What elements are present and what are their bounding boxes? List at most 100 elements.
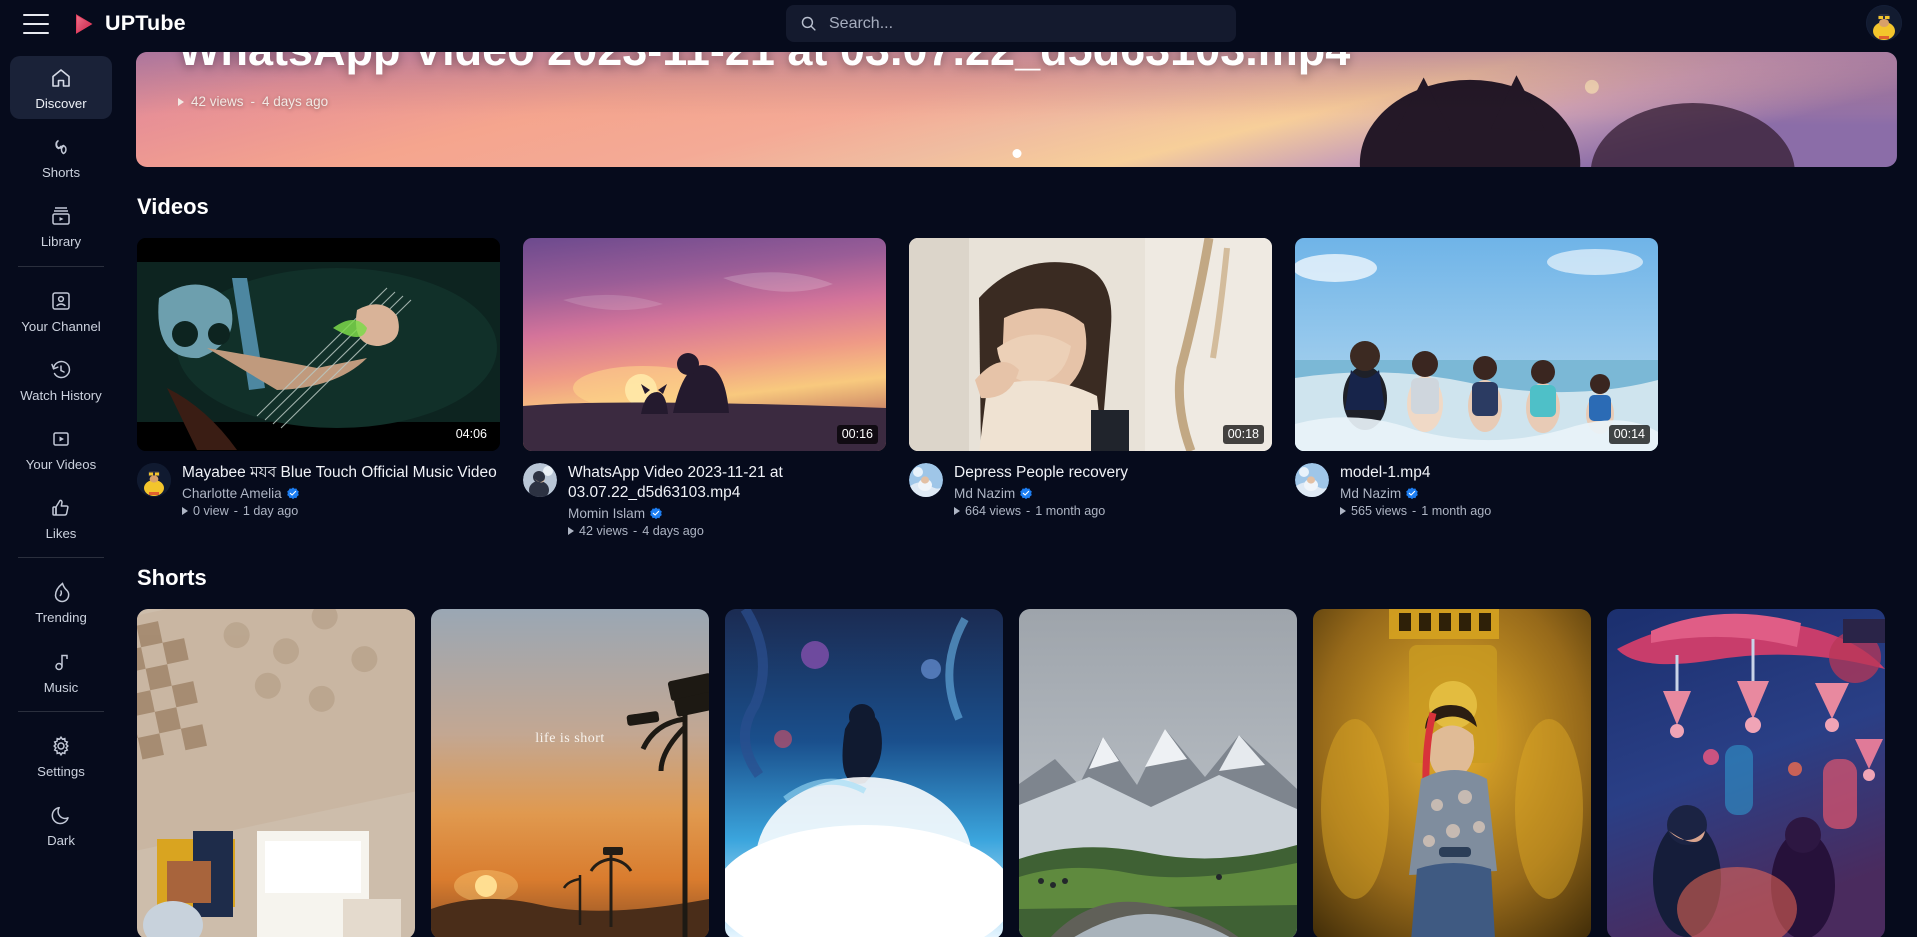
channel-avatar[interactable] <box>137 463 171 497</box>
sidebar-item-trending[interactable]: Trending <box>10 570 112 633</box>
video-card[interactable]: 00:18 Depress People recovery Md Nazim 6… <box>909 238 1272 538</box>
sidebar-item-label: Discover <box>35 96 87 111</box>
shorts-grid: life is short <box>137 608 1917 937</box>
sidebar-item-your-videos[interactable]: Your Videos <box>10 417 112 480</box>
video-card[interactable]: 00:14 model-1.mp4 Md Nazim 565 views - 1… <box>1295 238 1658 538</box>
sidebar-item-label: Trending <box>35 610 87 626</box>
video-age: 1 day ago <box>242 503 299 518</box>
sidebar-item-music[interactable]: Music <box>10 640 112 703</box>
sidebar-item-dark-mode-toggle[interactable]: Dark <box>10 793 112 856</box>
video-info: WhatsApp Video 2023-11-21 at 03.07.22_d5… <box>523 463 886 538</box>
play-triangle-icon <box>1340 506 1346 515</box>
sidebar-item-likes[interactable]: Likes <box>10 486 112 549</box>
sidebar-item-label: Library <box>40 234 82 250</box>
thumbs-up-icon <box>52 499 69 516</box>
short-card[interactable] <box>137 608 415 937</box>
video-duration: 00:18 <box>1222 424 1264 444</box>
flame-icon <box>54 582 70 603</box>
avatar[interactable] <box>1866 5 1902 41</box>
video-info: model-1.mp4 Md Nazim 565 views - 1 month… <box>1295 463 1658 518</box>
channel-name: Md Nazim <box>1340 485 1402 501</box>
sidebar-divider <box>18 265 104 267</box>
video-separator: - <box>1026 503 1031 518</box>
hero-age: 4 days ago <box>262 94 329 109</box>
play-triangle-icon <box>954 506 960 515</box>
brand-logo[interactable]: UPTube <box>71 11 186 36</box>
short-thumbnail-image <box>431 608 709 937</box>
section-title-videos: Videos <box>137 194 209 219</box>
short-card[interactable] <box>725 608 1003 937</box>
short-caption: life is short <box>535 730 605 746</box>
short-card[interactable] <box>1313 608 1591 937</box>
thumbnail-image <box>137 238 500 451</box>
video-age: 4 days ago <box>642 523 704 538</box>
short-thumbnail-image <box>725 608 1003 937</box>
sidebar-item-settings[interactable]: Settings <box>10 724 112 787</box>
short-card[interactable]: life is short <box>431 608 709 937</box>
play-triangle-logo-icon <box>76 13 93 34</box>
sidebar-item-label: Dark <box>47 833 75 849</box>
video-channel[interactable]: Md Nazim <box>954 486 1272 501</box>
verified-badge-icon <box>1406 487 1418 500</box>
short-card[interactable] <box>1019 608 1297 937</box>
sidebar-item-label: Likes <box>45 526 77 542</box>
video-card[interactable]: 04:06 Mayabee মযব Blue Touch Official Mu… <box>137 238 500 538</box>
video-info: Mayabee মযব Blue Touch Official Music Vi… <box>137 463 500 518</box>
video-card[interactable]: 00:16 WhatsApp Video 2023-11-21 at 03.07… <box>523 238 886 538</box>
sidebar-item-label: Shorts <box>41 165 81 181</box>
shorts-icon <box>55 140 67 155</box>
hero-carousel[interactable]: WhatsApp Video 2023-11-21 at 03.07.22_d5… <box>136 52 1897 167</box>
hamburger-menu-icon[interactable] <box>23 13 49 34</box>
video-thumbnail[interactable]: 00:18 <box>909 238 1272 451</box>
video-age: 1 month ago <box>1035 503 1106 518</box>
top-bar: UPTube <box>0 0 1917 47</box>
thumbnail-image <box>909 238 1272 451</box>
video-thumbnail[interactable]: 00:16 <box>523 238 886 451</box>
sidebar-item-library[interactable]: Library <box>10 194 112 257</box>
sidebar: Discover Shorts Library Your Channel Wat… <box>0 47 122 937</box>
channel-avatar[interactable] <box>1295 463 1329 497</box>
history-clock-icon <box>51 360 71 379</box>
carousel-dot[interactable] <box>1012 149 1021 158</box>
video-separator: - <box>1412 503 1417 518</box>
music-note-icon <box>55 654 68 670</box>
short-card[interactable] <box>1607 608 1885 937</box>
hero-meta: 42 views - 4 days ago <box>178 94 328 109</box>
hero-separator: - <box>250 94 256 109</box>
search-input[interactable] <box>829 14 1222 33</box>
channel-avatar[interactable] <box>523 463 557 497</box>
video-duration: 04:06 <box>450 424 492 444</box>
sidebar-item-label: Your Channel <box>21 318 101 334</box>
video-thumbnail[interactable]: 04:06 <box>137 238 500 451</box>
video-thumbnail[interactable]: 00:14 <box>1295 238 1658 451</box>
video-channel[interactable]: Charlotte Amelia <box>182 486 500 501</box>
sidebar-item-label: Your Videos <box>25 457 97 473</box>
channel-name: Md Nazim <box>954 485 1016 501</box>
video-title[interactable]: Mayabee মযব Blue Touch Official Music Vi… <box>182 463 500 483</box>
channel-name: Charlotte Amelia <box>182 485 282 501</box>
short-thumbnail-image <box>137 608 415 937</box>
video-title[interactable]: model-1.mp4 <box>1340 463 1658 483</box>
brand-name: UPTube <box>105 11 186 35</box>
video-channel[interactable]: Md Nazim <box>1340 486 1658 501</box>
sidebar-item-your-channel[interactable]: Your Channel <box>10 279 112 342</box>
video-views: 0 view <box>193 503 229 518</box>
sidebar-divider <box>18 710 104 712</box>
sidebar-item-shorts[interactable]: Shorts <box>10 125 112 188</box>
video-views: 42 views <box>579 523 628 538</box>
video-stats: 0 view - 1 day ago <box>182 504 500 518</box>
channel-avatar[interactable] <box>909 463 943 497</box>
short-thumbnail-image <box>1019 608 1297 937</box>
sidebar-item-discover[interactable]: Discover <box>10 56 112 120</box>
play-triangle-icon <box>178 97 184 106</box>
sidebar-item-label: Watch History <box>20 387 102 403</box>
thumbnail-image <box>1295 238 1658 451</box>
hero-views: 42 views <box>191 94 244 109</box>
verified-badge-icon <box>1020 487 1032 500</box>
sidebar-item-watch-history[interactable]: Watch History <box>10 348 112 411</box>
video-channel[interactable]: Momin Islam <box>568 506 886 521</box>
video-title[interactable]: WhatsApp Video 2023-11-21 at 03.07.22_d5… <box>568 463 886 503</box>
sidebar-item-label: Settings <box>37 763 85 779</box>
video-title[interactable]: Depress People recovery <box>954 463 1272 483</box>
search-bar[interactable] <box>786 5 1236 42</box>
